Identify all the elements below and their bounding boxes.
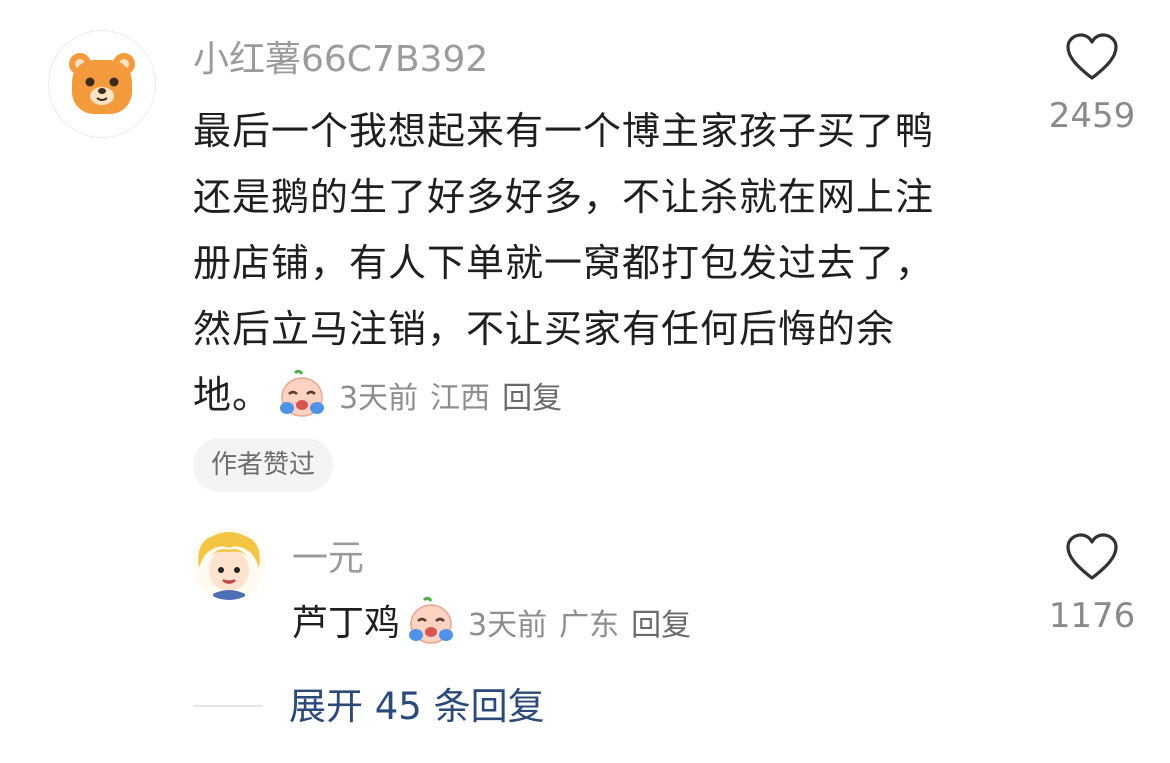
comment-line: 还是鹅的生了好多好多，不让杀就在网上注 [193,175,935,219]
comment-author[interactable]: 小红薯66C7B392 [193,36,488,84]
crying-face-emoji-icon [406,596,456,662]
comment-meta: 3天前 江西 回复 [339,381,574,416]
comment-line: 册店铺，有人下单就一窝都打包发过去了， [193,241,935,285]
reply-body: 芦丁鸡 3天前 广东 回复 [292,596,703,662]
comment-last-line: 地。 3天前 江西 回复 [193,362,993,438]
cartoon-girl-avatar-icon [193,528,265,600]
reply-time: 3天前 [468,608,548,643]
heart-icon[interactable] [1065,532,1119,582]
reply-button[interactable]: 回复 [631,608,691,643]
divider [193,705,263,707]
comment-line: 然后立马注销，不让买家有任何后悔的余 [193,307,896,351]
author-liked-badge: 作者赞过 [193,438,334,492]
like-count: 1176 [1048,596,1136,636]
like-area[interactable]: 1176 [1037,532,1147,636]
crying-face-emoji-icon [277,369,327,438]
bear-avatar-icon [69,53,135,114]
reply-meta: 3天前 广东 回复 [468,608,703,643]
comment-location: 江西 [430,381,491,416]
comment-time: 3天前 [339,381,419,416]
comment-body: 最后一个我想起来有一个博主家孩子买了鸭 还是鹅的生了好多好多，不让杀就在网上注 … [193,98,993,438]
expand-replies-button[interactable]: 展开 45 条回复 [289,682,545,732]
comment-line: 地。 [193,373,272,417]
heart-icon[interactable] [1065,32,1119,82]
reply-author[interactable]: 一元 [292,535,364,583]
like-area[interactable]: 2459 [1037,32,1147,136]
avatar[interactable] [48,30,156,138]
reply-location: 广东 [559,608,620,643]
like-count: 2459 [1048,96,1136,136]
comment-line: 最后一个我想起来有一个博主家孩子买了鸭 [193,109,935,153]
reply-button[interactable]: 回复 [502,381,562,416]
reply-content: 芦丁鸡 [292,603,401,644]
avatar[interactable] [193,528,265,600]
